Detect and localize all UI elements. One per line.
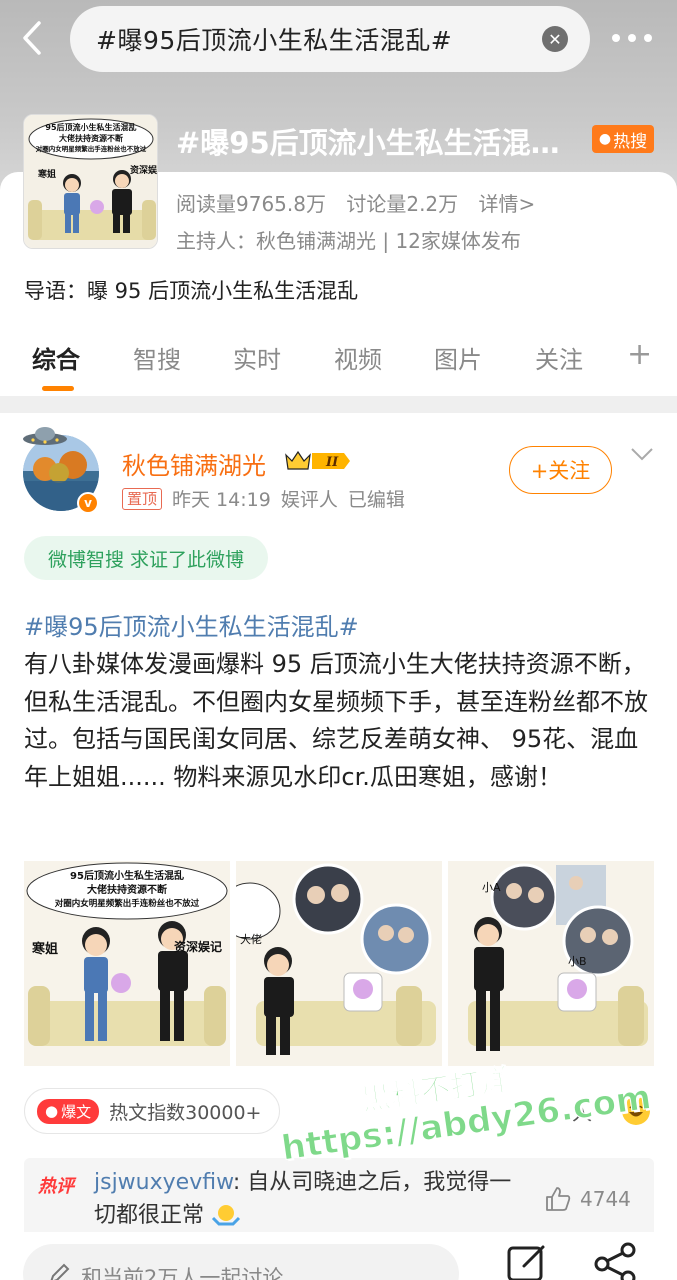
watermark-line-2: https://abdy26.com (279, 1077, 655, 1169)
topic-cover-image[interactable]: 95后顶流小生私生活混乱 大佬扶持资源不断 对圈内女明星频繁出手连粉丝也不放过 … (23, 114, 158, 249)
section-divider (0, 396, 677, 413)
chevron-down-icon[interactable] (630, 446, 654, 462)
thumbs-up-icon (546, 1187, 571, 1211)
tab-smart-search[interactable]: 智搜 (133, 340, 181, 375)
thumb1-line-3: 对圈内女明星频繁出手连粉丝也不放过 (55, 898, 200, 909)
follow-button[interactable]: +关注 (509, 446, 612, 494)
comment-like-button[interactable]: 4744 (544, 1186, 631, 1212)
cover-left-name: 寒姐 (37, 168, 56, 180)
dot-icon (644, 34, 652, 42)
thumb3-label-a: 小A (482, 881, 501, 894)
ufo-avatar-decoration-icon (23, 427, 67, 445)
cover-line-1: 95后顶流小生私生活混乱 (45, 122, 136, 132)
flame-icon: ● (45, 1102, 59, 1120)
topic-lead: 导语：曝 95 后顶流小生私生活混乱 (24, 279, 359, 303)
discussion-input[interactable]: 和当前2万人一起讨论 (23, 1244, 459, 1280)
chevron-left-icon (23, 21, 41, 55)
back-button[interactable] (14, 18, 50, 58)
thumb1-right-name: 资深娱记 (174, 939, 222, 954)
discussion-input-placeholder: 和当前2万人一起讨论 (81, 1266, 284, 1280)
tab-following[interactable]: 关注 (535, 340, 583, 375)
read-count: 阅读量9765.8万 (176, 192, 326, 216)
hot-index-text: 热文指数30000+ (109, 1101, 262, 1124)
cover-line-3: 对圈内女明星频繁出手连粉丝也不放过 (36, 144, 147, 153)
shrug-emoji-icon (211, 1205, 241, 1226)
post-body-text: 有八卦媒体发漫画爆料 95 后顶流小生大佬扶持资源不断，但私生活混乱。不但圈内女… (24, 650, 648, 791)
topic-title: #曝95后顶流小生私生活混… (176, 126, 560, 160)
post-image-2[interactable]: 大佬 (236, 861, 442, 1066)
tab-bar: 综合 智搜 实时 视频 图片 关注 (0, 340, 677, 392)
obscured-text: 人 (572, 1101, 592, 1125)
hot-chip-label: 爆文 (61, 1102, 92, 1121)
author-name[interactable]: 秋色铺满湖光 (122, 446, 266, 481)
tab-realtime[interactable]: 实时 (233, 340, 281, 375)
thumb1-line-1: 95后顶流小生私生活混乱 (70, 869, 184, 882)
level-number: II (325, 455, 339, 470)
fire-icon: ● (598, 131, 612, 147)
search-query[interactable]: #曝95后顶流小生私生活混乱# (96, 21, 452, 57)
post-image-grid: 95后顶流小生私生活混乱 大佬扶持资源不断 对圈内女明星频繁出手连粉丝也不放过 … (24, 861, 654, 1066)
cover-right-name: 资深娱 (130, 164, 158, 176)
pencil-icon (50, 1263, 70, 1280)
post-time: 昨天 14:19 (172, 489, 271, 511)
hot-index-pill[interactable]: ● 爆文 热文指数30000+ (24, 1088, 281, 1134)
comic-cover-illustration: 95后顶流小生私生活混乱 大佬扶持资源不断 对圈内女明星频繁出手连粉丝也不放过 … (24, 115, 158, 248)
more-options-button[interactable] (612, 34, 652, 42)
thumb2-label: 大佬 (240, 932, 262, 946)
comment-text-wrap: jsjwuxyevfiw: 自从司晓迪之后，我觉得一切都很正常 (94, 1166, 524, 1232)
author-role: 娱评人 (280, 489, 338, 511)
post-image-3[interactable]: 小A 小B (448, 861, 654, 1066)
post-image-1[interactable]: 95后顶流小生私生活混乱 大佬扶持资源不断 对圈内女明星频繁出手连粉丝也不放过 … (24, 861, 230, 1066)
ai-verify-banner[interactable]: 微博智搜 求证了此微博 (24, 536, 269, 580)
tab-images[interactable]: 图片 (434, 340, 482, 375)
edited-label: 已编辑 (347, 489, 405, 511)
topic-stats: 阅读量9765.8万 讨论量2.2万 详情> (176, 188, 549, 217)
add-tab-button[interactable]: + (627, 340, 652, 370)
pinned-badge: 置顶 (122, 487, 163, 510)
comment-like-count: 4744 (580, 1187, 631, 1211)
verified-badge-icon: v (77, 492, 99, 514)
hot-comment-tag: 热评 (38, 1176, 74, 1197)
post-hashtag[interactable]: #曝95后顶流小生私生活混乱# (24, 607, 359, 642)
clear-search-button[interactable]: ✕ (542, 26, 568, 52)
details-link[interactable]: 详情> (479, 192, 536, 216)
crown-level-badge-icon: II (285, 450, 350, 470)
discussion-count: 讨论量2.2万 (346, 192, 459, 216)
active-tab-indicator (42, 386, 74, 391)
search-bar[interactable]: #曝95后顶流小生私生活混乱# ✕ (70, 6, 590, 72)
cover-line-2: 大佬扶持资源不断 (59, 133, 123, 143)
thumb1-left-name: 寒姐 (31, 941, 58, 957)
tab-video[interactable]: 视频 (334, 340, 382, 375)
share-icon[interactable] (592, 1242, 638, 1280)
hot-comment[interactable]: 热评 jsjwuxyevfiw: 自从司晓迪之后，我觉得一切都很正常 4744 (24, 1158, 654, 1238)
thumb3-label-b: 小B (568, 955, 587, 968)
compose-icon[interactable] (506, 1242, 548, 1280)
post-meta: 置顶 昨天 14:19 娱评人 已编辑 (122, 485, 405, 512)
dot-icon (612, 34, 620, 42)
hot-search-badge[interactable]: ● 热搜 (592, 125, 654, 153)
hot-article-chip: ● 爆文 (37, 1098, 100, 1124)
thumb1-line-2: 大佬扶持资源不断 (87, 883, 167, 896)
tab-comprehensive[interactable]: 综合 (32, 340, 80, 375)
comment-author[interactable]: jsjwuxyevfiw (94, 1170, 233, 1195)
dot-icon (628, 34, 636, 42)
hot-badge-label: 热搜 (613, 131, 648, 152)
grin-emoji-icon[interactable] (622, 1097, 650, 1125)
topic-host[interactable]: 主持人：秋色铺满湖光 | 12家媒体发布 (176, 225, 521, 254)
